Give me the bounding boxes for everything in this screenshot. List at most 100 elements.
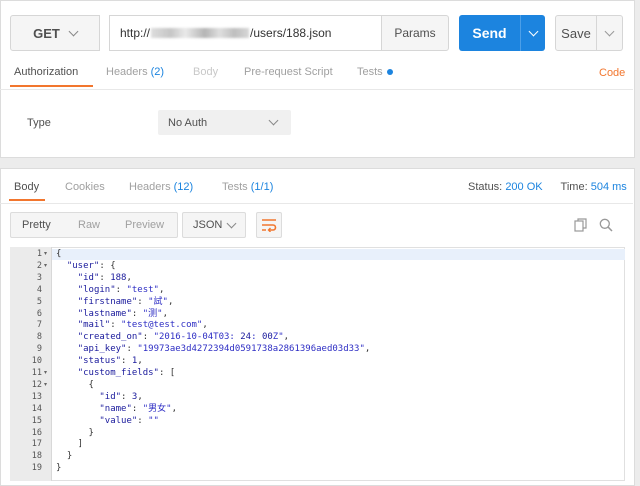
view-raw-button[interactable]: Raw — [78, 219, 100, 231]
headers-count-badge: (2) — [150, 66, 165, 78]
fold-toggle-icon[interactable]: ▾ — [44, 368, 50, 379]
time-value: 504 ms — [590, 181, 627, 193]
params-label: Params — [394, 26, 436, 40]
chevron-down-icon — [528, 26, 538, 36]
url-suffix: /users/188.json — [250, 26, 332, 40]
view-preview-button[interactable]: Preview — [125, 219, 164, 231]
params-button[interactable]: Params — [381, 15, 449, 51]
line-number: 13 — [31, 391, 42, 402]
code-line: "api_key": "19973ae3d4272394d0591738a286… — [77, 344, 371, 355]
method-select[interactable]: GET — [10, 15, 100, 51]
send-options-button[interactable] — [520, 15, 545, 51]
chevron-down-icon — [268, 115, 279, 126]
code-line: } — [56, 427, 94, 438]
response-tab-tests[interactable]: Tests (1/1) — [222, 181, 273, 193]
chevron-down-icon — [68, 26, 79, 36]
save-button[interactable]: Save — [555, 15, 597, 51]
tab-pre-request-script[interactable]: Pre-request Script — [244, 66, 333, 88]
tab-headers[interactable]: Headers (2) — [106, 66, 164, 88]
code-line: "created_on": "2016-10-04T03: 24: 00Z", — [77, 332, 290, 343]
response-tests-count: (1/1) — [250, 181, 274, 193]
divider — [0, 89, 633, 90]
fold-toggle-icon[interactable]: ▾ — [44, 249, 50, 260]
current-line-highlight — [10, 249, 625, 260]
send-button[interactable]: Send — [459, 15, 520, 51]
tab-label: Headers — [106, 66, 148, 78]
wrap-lines-button[interactable] — [256, 212, 282, 238]
auth-type-select[interactable]: No Auth — [158, 110, 291, 135]
code-line: "lastname": "测", — [77, 308, 168, 319]
copy-icon[interactable] — [574, 218, 588, 232]
chevron-down-icon — [604, 26, 615, 36]
code-line: "name": "男女", — [99, 403, 177, 414]
wrap-lines-icon — [262, 219, 277, 232]
line-number: 5 — [36, 296, 42, 307]
line-number: 3 — [36, 272, 42, 283]
active-tab-underline — [9, 199, 45, 201]
code-line: { — [56, 379, 94, 390]
status-value: 200 OK — [505, 181, 543, 193]
code-line: "custom_fields": [ — [77, 368, 176, 378]
active-tab-underline — [10, 85, 93, 87]
response-headers-count: (12) — [173, 181, 194, 193]
url-prefix: http:// — [120, 26, 151, 40]
line-number: 6 — [36, 308, 42, 319]
line-number: 4 — [36, 284, 42, 295]
view-pretty-button[interactable]: Pretty — [22, 219, 51, 231]
fold-toggle-icon[interactable]: ▾ — [44, 261, 50, 272]
auth-type-label: Type — [27, 117, 51, 129]
code-line: "status": 1, — [77, 356, 143, 367]
status-label: Status: — [468, 181, 503, 193]
response-tab-cookies[interactable]: Cookies — [65, 181, 105, 193]
code-line: "id": 3, — [99, 391, 143, 402]
code-link[interactable]: Code — [599, 67, 625, 79]
tab-label: Authorization — [14, 66, 79, 78]
line-number: 15 — [31, 415, 42, 426]
chevron-down-icon — [226, 218, 237, 228]
tab-label: Headers — [129, 181, 171, 193]
code-line: { — [56, 249, 62, 259]
save-options-button[interactable] — [597, 15, 623, 51]
fold-toggle-icon[interactable]: ▾ — [44, 380, 50, 391]
line-number: 2 — [36, 260, 42, 271]
line-number: 1 — [36, 249, 42, 259]
format-select[interactable]: JSON — [182, 212, 246, 238]
code-line: "login": "test", — [77, 284, 165, 295]
response-tab-body[interactable]: Body — [14, 181, 39, 193]
tab-body[interactable]: Body — [193, 66, 218, 88]
line-number: 11 — [31, 368, 42, 378]
response-status: Status: 200 OK Time: 504 ms — [468, 181, 627, 193]
line-number: 9 — [36, 344, 42, 355]
time-label: Time: — [560, 181, 588, 193]
tab-label: Body — [14, 181, 40, 193]
code-line: "user": { — [66, 260, 116, 271]
code-line: } — [56, 451, 73, 462]
search-icon[interactable] — [599, 218, 613, 232]
save-label: Save — [561, 25, 591, 41]
line-number: 12 — [31, 379, 42, 390]
response-tab-headers[interactable]: Headers (12) — [129, 181, 193, 193]
tab-label: Pre-request Script — [244, 66, 333, 78]
auth-type-value: No Auth — [168, 116, 208, 129]
format-value: JSON — [193, 219, 223, 231]
line-number: 19 — [31, 463, 42, 474]
code-line: "mail": "test@test.com", — [77, 320, 208, 331]
line-number: 17 — [31, 439, 42, 450]
tab-label: Tests — [222, 181, 248, 193]
redacted-host — [151, 28, 250, 38]
code-line: ] — [56, 439, 84, 450]
tab-label: Body — [193, 66, 219, 78]
line-number: 8 — [36, 332, 42, 343]
method-label: GET — [33, 25, 60, 41]
code-line: "firstname": "試", — [77, 296, 174, 307]
line-number: 7 — [36, 320, 42, 331]
tab-label: Cookies — [65, 181, 105, 193]
tab-tests[interactable]: Tests — [357, 66, 393, 88]
tab-label: Tests — [357, 66, 383, 78]
line-number: 16 — [31, 427, 42, 438]
url-input[interactable]: http:// /users/188.json — [109, 15, 381, 51]
code-line: } — [56, 463, 62, 474]
tests-indicator-dot — [386, 69, 393, 76]
line-number: 10 — [31, 356, 42, 367]
line-number: 18 — [31, 451, 42, 462]
